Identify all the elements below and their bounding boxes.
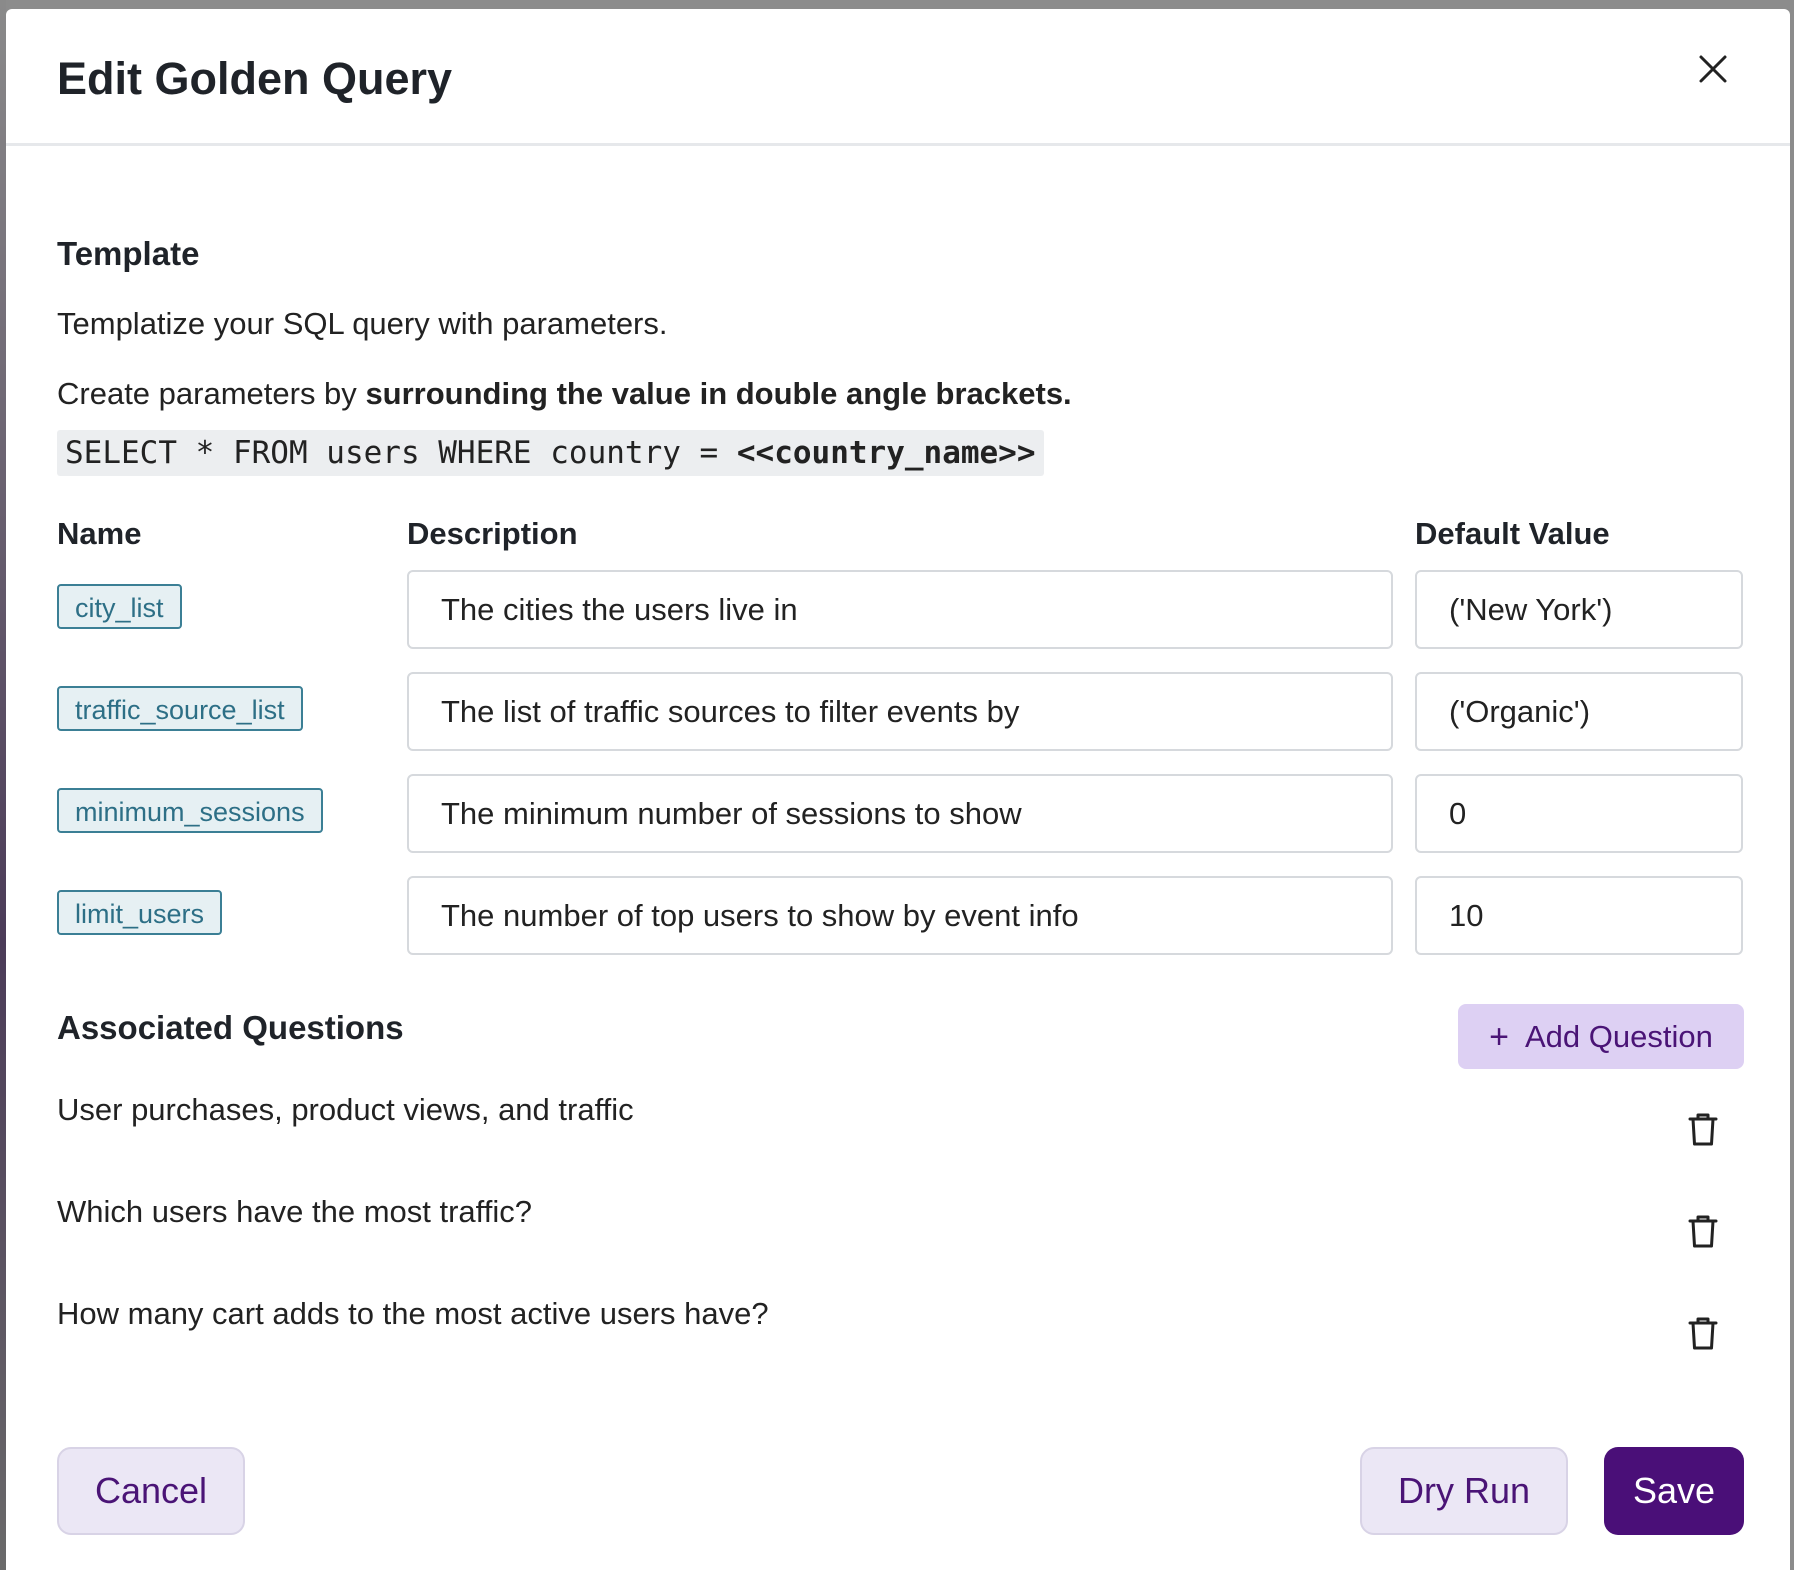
save-button[interactable]: Save (1604, 1447, 1744, 1535)
param-tag-city-list: city_list (57, 584, 182, 629)
close-button[interactable] (1686, 42, 1740, 96)
delete-question-button[interactable] (1683, 1314, 1723, 1354)
delete-question-button[interactable] (1683, 1212, 1723, 1252)
template-heading: Template (57, 235, 200, 272)
close-icon (1699, 55, 1727, 83)
associated-questions-heading: Associated Questions (57, 1009, 404, 1046)
param-default-input[interactable]: ('Organic') (1415, 672, 1743, 751)
trash-icon (1688, 1113, 1718, 1146)
column-header-description: Description (407, 516, 578, 551)
param-description-input[interactable]: The number of top users to show by event… (407, 876, 1393, 955)
instruction-prefix: Create parameters by (57, 376, 357, 411)
template-instruction: Create parameters by surrounding the val… (57, 376, 1072, 412)
dry-run-button[interactable]: Dry Run (1360, 1447, 1568, 1535)
instruction-bold: surrounding the value in double angle br… (365, 376, 1072, 411)
param-default-input[interactable]: 10 (1415, 876, 1743, 955)
trash-icon (1688, 1317, 1718, 1350)
delete-question-button[interactable] (1683, 1110, 1723, 1150)
cancel-button[interactable]: Cancel (57, 1447, 245, 1535)
param-description-input[interactable]: The cities the users live in (407, 570, 1393, 649)
plus-icon: + (1489, 1017, 1509, 1056)
param-description-input[interactable]: The list of traffic sources to filter ev… (407, 672, 1393, 751)
trash-icon (1688, 1215, 1718, 1248)
param-tag-limit-users: limit_users (57, 890, 223, 935)
add-question-label: Add Question (1525, 1018, 1713, 1054)
question-item: Which users have the most traffic? (57, 1194, 532, 1229)
param-tag-traffic-source-list: traffic_source_list (57, 686, 303, 731)
column-header-name: Name (57, 516, 142, 551)
code-prefix: SELECT * FROM users WHERE country = (65, 435, 737, 471)
add-question-button[interactable]: + Add Question (1458, 1004, 1744, 1069)
dialog-header: Edit Golden Query (6, 9, 1790, 146)
code-param: <<country_name>> (736, 435, 1036, 471)
dialog-title: Edit Golden Query (57, 53, 453, 104)
param-tag-minimum-sessions: minimum_sessions (57, 788, 323, 833)
question-item: User purchases, product views, and traff… (57, 1092, 634, 1127)
param-description-input[interactable]: The minimum number of sessions to show (407, 774, 1393, 853)
edit-golden-query-dialog: Edit Golden Query Template Templatize yo… (6, 9, 1790, 1570)
template-intro: Templatize your SQL query with parameter… (57, 306, 668, 341)
sql-example-code: SELECT * FROM users WHERE country = <<co… (57, 430, 1044, 476)
column-header-default-value: Default Value (1415, 516, 1610, 551)
param-default-input[interactable]: 0 (1415, 774, 1743, 853)
question-item: How many cart adds to the most active us… (57, 1296, 769, 1331)
param-default-input[interactable]: ('New York') (1415, 570, 1743, 649)
